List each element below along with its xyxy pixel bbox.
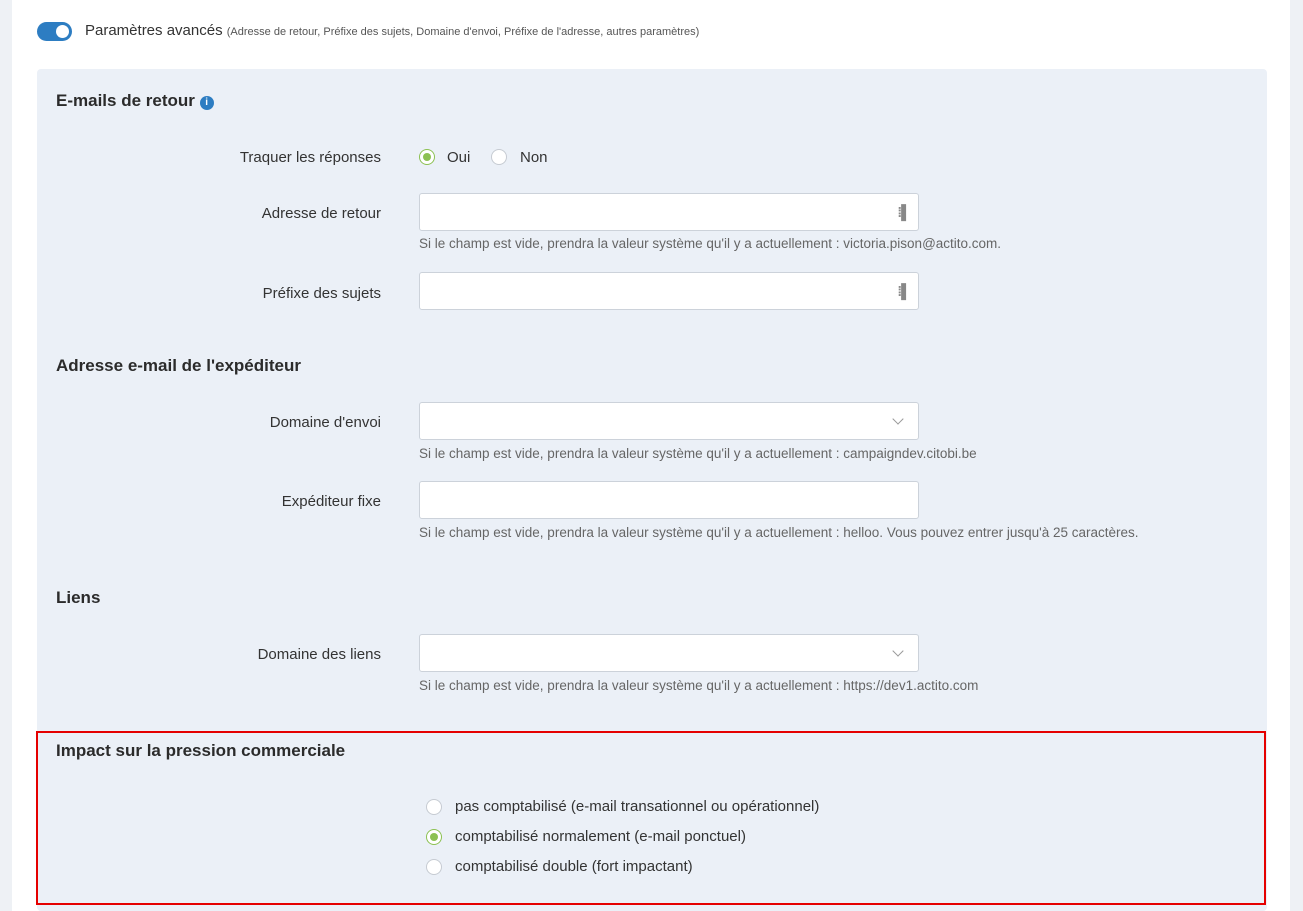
return-emails-title: E-mails de retour i: [56, 91, 214, 111]
subject-prefix-label: Préfixe des sujets: [262, 285, 381, 302]
chevron-down-icon: [892, 645, 904, 657]
return-address-label: Adresse de retour: [261, 205, 381, 222]
fixed-sender-label: Expéditeur fixe: [281, 493, 381, 510]
track-yes-radio[interactable]: [419, 149, 435, 165]
subject-prefix-input[interactable]: ⁞▌: [419, 272, 919, 310]
return-address-hint: Si le champ est vide, prendra la valeur …: [419, 236, 1002, 251]
advanced-settings-toggle[interactable]: [37, 22, 72, 41]
pressure-option-double-radio[interactable]: [426, 859, 442, 875]
sender-title: Adresse e-mail de l'expéditeur: [56, 356, 301, 375]
sending-domain-select[interactable]: [419, 402, 919, 440]
track-yes-label: Oui: [447, 149, 471, 166]
track-replies-label: Traquer les réponses: [239, 149, 381, 166]
return-address-input[interactable]: ⁞▌: [419, 193, 919, 231]
track-no-radio[interactable]: [491, 149, 507, 165]
chevron-down-icon: [892, 413, 904, 425]
pressure-option-normal-label: comptabilisé normalement (e-mail ponctue…: [455, 828, 746, 845]
pressure-option-double-label: comptabilisé double (fort impactant): [455, 858, 693, 875]
advanced-settings-label: Paramètres avancés (Adresse de retour, P…: [85, 22, 700, 39]
pressure-title: Impact sur la pression commerciale: [56, 741, 346, 760]
links-domain-select[interactable]: [419, 634, 919, 672]
links-domain-hint: Si le champ est vide, prendra la valeur …: [419, 678, 979, 693]
sending-domain-label: Domaine d'envoi: [269, 414, 381, 431]
track-no-label: Non: [520, 149, 548, 166]
pressure-option-none-label: pas comptabilisé (e-mail transationnel o…: [455, 798, 820, 815]
fixed-sender-hint: Si le champ est vide, prendra la valeur …: [419, 525, 1139, 540]
pressure-option-normal-radio[interactable]: [426, 829, 442, 845]
pressure-option-none-radio[interactable]: [426, 799, 442, 815]
sending-domain-hint: Si le champ est vide, prendra la valeur …: [419, 446, 977, 461]
variable-icon[interactable]: ⁞▌: [897, 283, 911, 299]
links-domain-label: Domaine des liens: [257, 646, 381, 663]
variable-icon[interactable]: ⁞▌: [897, 204, 911, 220]
fixed-sender-input[interactable]: [419, 481, 919, 519]
info-icon[interactable]: i: [199, 96, 214, 110]
links-title: Liens: [56, 588, 101, 607]
